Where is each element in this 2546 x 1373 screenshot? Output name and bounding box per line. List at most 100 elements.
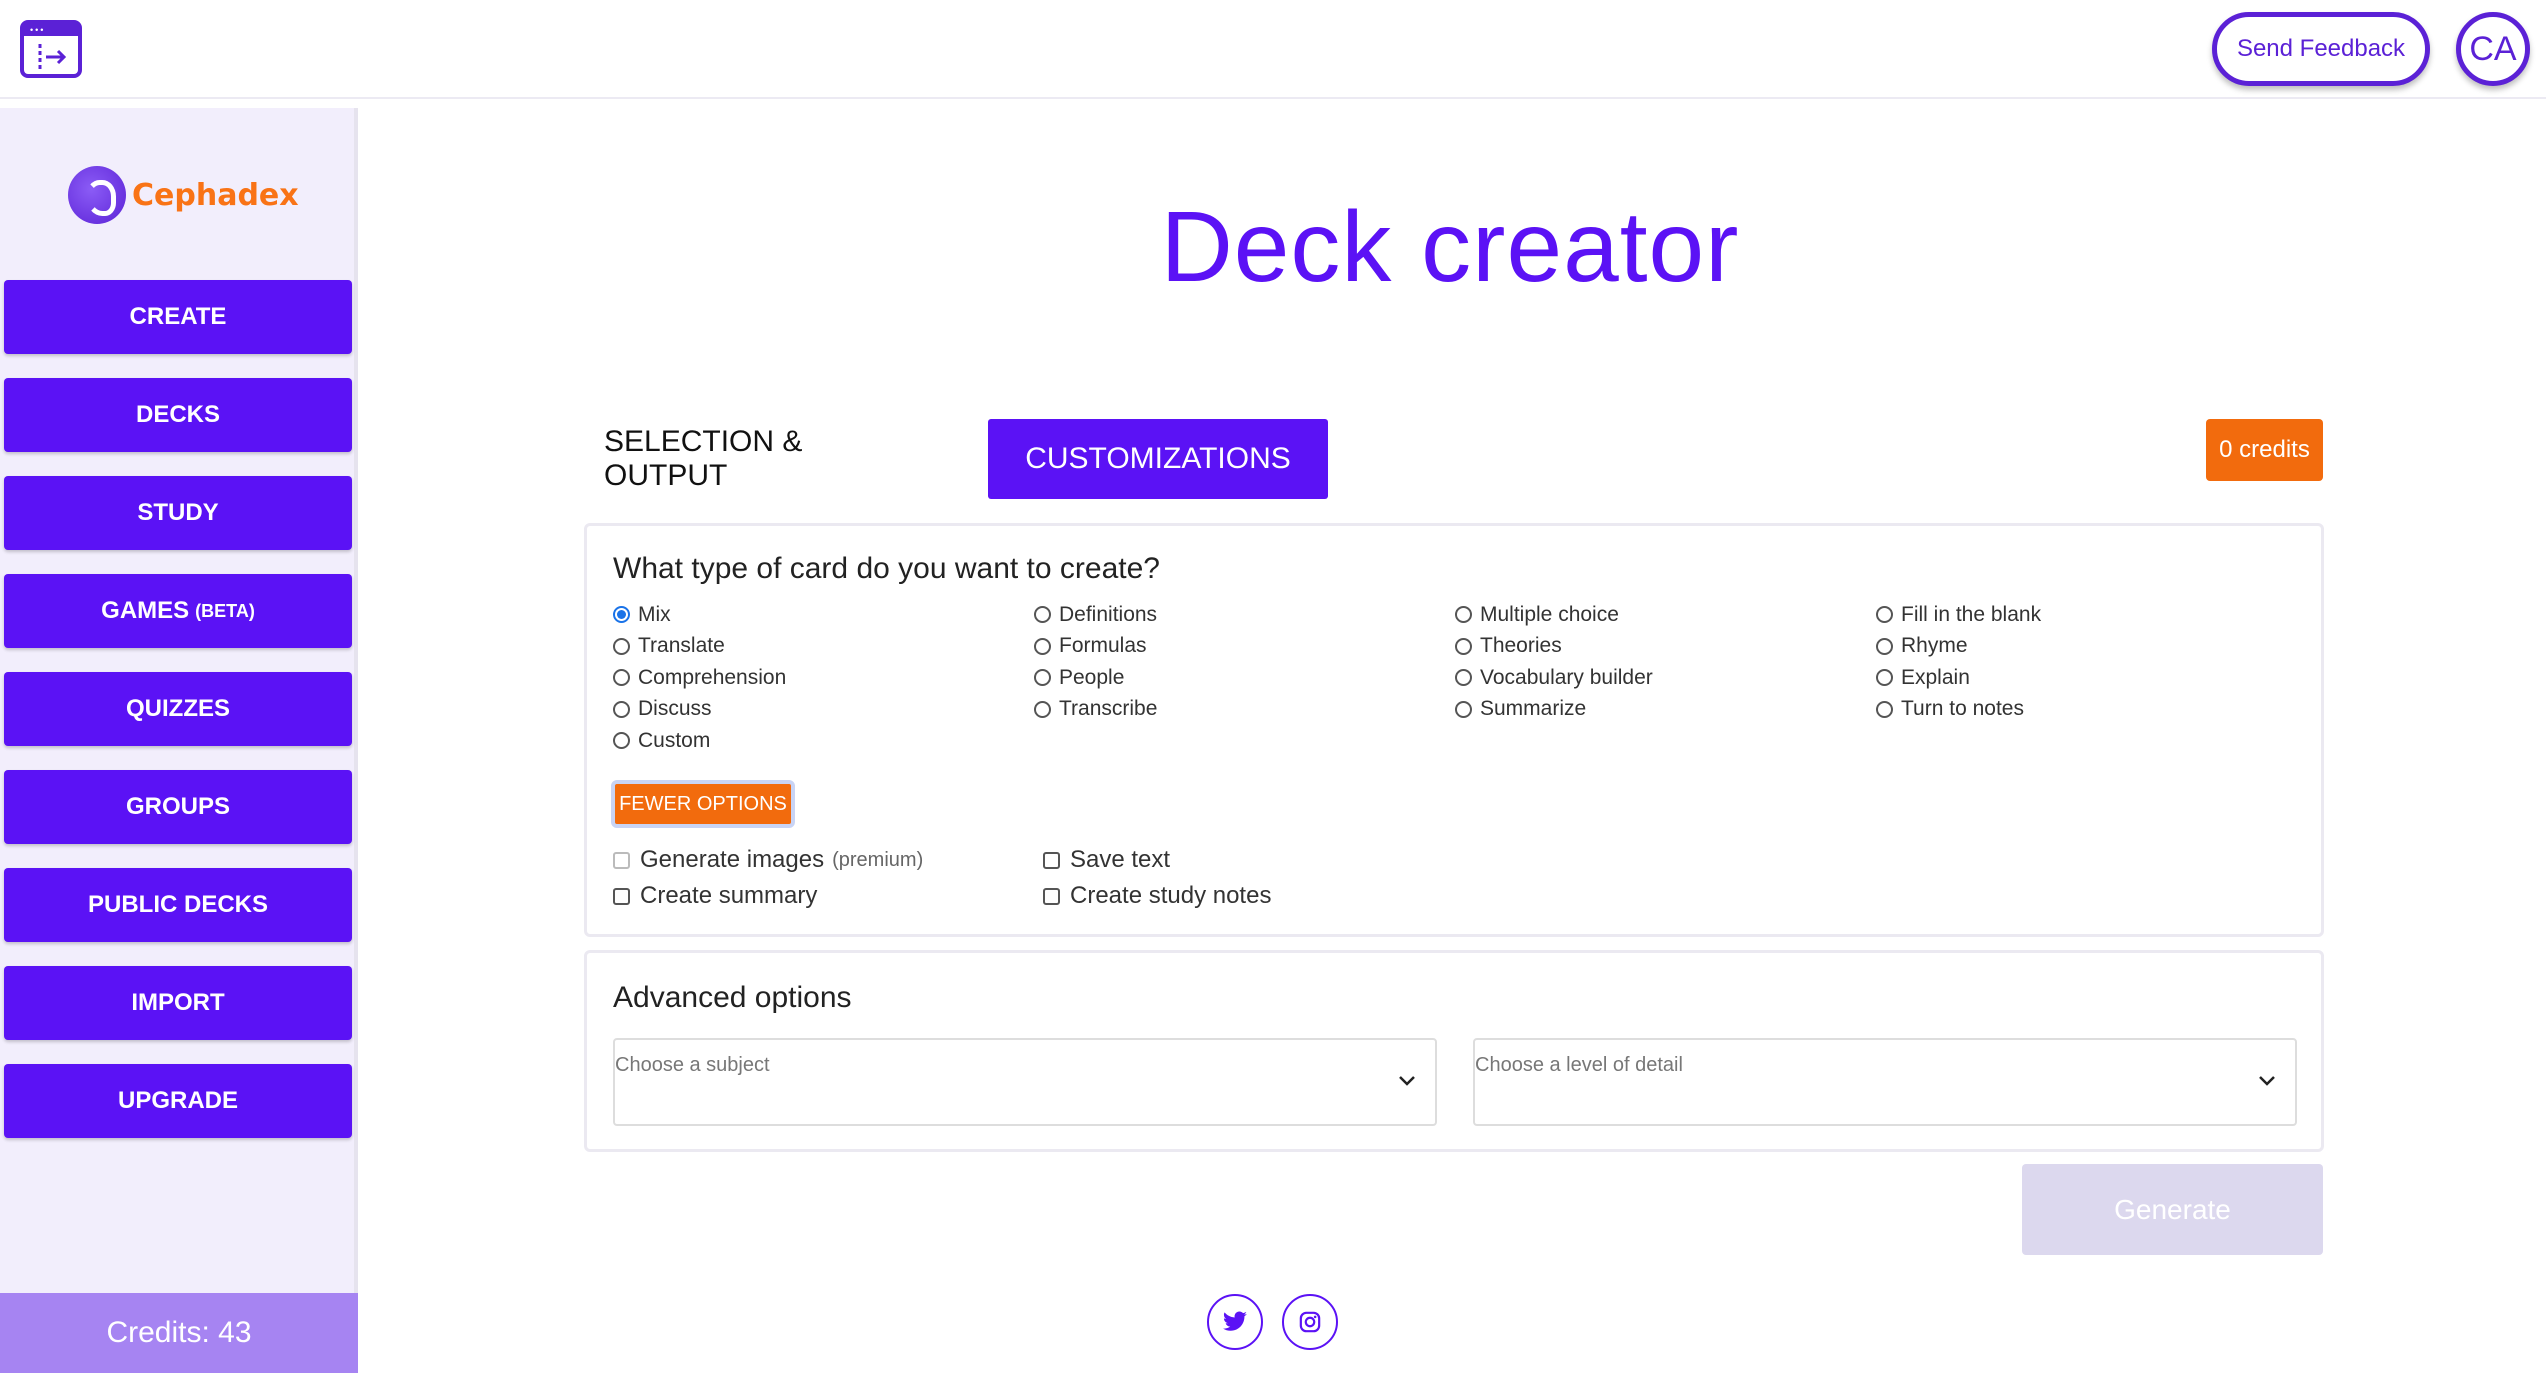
radio-label: Theories (1480, 634, 1562, 658)
sidebar-item-groups[interactable]: GROUPS (4, 770, 352, 844)
tab-selection-output[interactable]: SELECTION & OUTPUT (604, 419, 930, 499)
sidebar-item-decks[interactable]: DECKS (4, 378, 352, 452)
card-type-heading: What type of card do you want to create? (613, 552, 1160, 585)
radio-icon (613, 732, 630, 750)
twitter-icon[interactable] (1207, 1294, 1263, 1350)
radio-people[interactable]: People (1034, 665, 1455, 691)
checkbox-icon (613, 887, 630, 905)
detail-level-select[interactable]: Choose a level of detail (1473, 1038, 2297, 1126)
save-text-checkbox[interactable]: Save text (1043, 846, 1170, 874)
sidebar-item-label: IMPORT (131, 989, 225, 1016)
radio-theories[interactable]: Theories (1455, 634, 1876, 660)
radio-label: Rhyme (1901, 634, 1968, 658)
create-summary-checkbox[interactable]: Create summary (613, 882, 817, 910)
credits-cost-badge: 0 credits (2206, 419, 2323, 481)
radio-label: Explain (1901, 665, 1970, 689)
radio-label: Turn to notes (1901, 697, 2024, 721)
radio-label: Formulas (1059, 634, 1147, 658)
radio-mix[interactable]: Mix (613, 602, 1034, 628)
subject-placeholder: Choose a subject (615, 1054, 770, 1076)
radio-icon (1034, 637, 1051, 655)
sidebar-item-import[interactable]: IMPORT (4, 966, 352, 1040)
detail-placeholder: Choose a level of detail (1475, 1054, 1683, 1076)
sidebar-item-label: STUDY (137, 499, 219, 526)
radio-label: Custom (638, 728, 711, 752)
sidebar-item-quizzes[interactable]: QUIZZES (4, 672, 352, 746)
fewer-options-button[interactable]: FEWER OPTIONS (611, 780, 795, 828)
sidebar: Cephadex CREATE DECKS STUDY GAMES (BETA) … (0, 108, 358, 1373)
tab-customizations[interactable]: CUSTOMIZATIONS (988, 419, 1328, 499)
send-feedback-button[interactable]: Send Feedback (2212, 12, 2430, 86)
arrow-right-icon (38, 44, 67, 70)
sidebar-item-games[interactable]: GAMES (BETA) (4, 574, 352, 648)
generate-images-checkbox[interactable]: Generate images (premium) (613, 846, 923, 874)
radio-rhyme[interactable]: Rhyme (1876, 634, 2297, 660)
cephadex-logo-icon (68, 166, 126, 224)
radio-selected-icon (613, 606, 630, 624)
sidebar-item-label: QUIZZES (125, 695, 230, 722)
sidebar-item-public-decks[interactable]: PUBLIC DECKS (4, 868, 352, 942)
radio-comprehension[interactable]: Comprehension (613, 665, 1034, 691)
sidebar-item-upgrade[interactable]: UPGRADE (4, 1064, 352, 1138)
chevron-down-icon (1399, 1076, 1415, 1086)
radio-translate[interactable]: Translate (613, 634, 1034, 660)
generate-button[interactable]: Generate (2022, 1164, 2323, 1255)
radio-icon (1034, 606, 1051, 624)
checkbox-label: Create study notes (1070, 882, 1272, 909)
avatar[interactable]: CA (2456, 12, 2530, 86)
radio-label: Mix (638, 602, 671, 626)
logo[interactable]: Cephadex (68, 166, 299, 224)
radio-definitions[interactable]: Definitions (1034, 602, 1455, 628)
twitter-bird-icon (1223, 1311, 1247, 1331)
premium-note: (premium) (832, 848, 924, 871)
sidebar-item-label: PUBLIC DECKS (87, 891, 268, 918)
radio-turn-to-notes[interactable]: Turn to notes (1876, 697, 2297, 723)
sidebar-nav: CREATE DECKS STUDY GAMES (BETA) QUIZZES G… (4, 280, 352, 1162)
radio-label: Definitions (1059, 602, 1158, 626)
radio-icon (613, 700, 630, 718)
radio-transcribe[interactable]: Transcribe (1034, 697, 1455, 723)
checkbox-label: Generate images (640, 846, 825, 873)
radio-label: Comprehension (638, 665, 787, 689)
radio-summarize[interactable]: Summarize (1455, 697, 1876, 723)
sidebar-item-create[interactable]: CREATE (4, 280, 352, 354)
radio-formulas[interactable]: Formulas (1034, 634, 1455, 660)
sidebar-item-label: GROUPS (125, 793, 230, 820)
radio-discuss[interactable]: Discuss (613, 697, 1034, 723)
radio-vocabulary-builder[interactable]: Vocabulary builder (1455, 665, 1876, 691)
radio-label: Fill in the blank (1901, 602, 2042, 626)
checkbox-icon (1043, 887, 1060, 905)
create-study-notes-checkbox[interactable]: Create study notes (1043, 882, 1271, 910)
sidebar-item-label: UPGRADE (117, 1087, 238, 1114)
sidebar-item-label: GAMES (101, 597, 190, 624)
sidebar-item-study[interactable]: STUDY (4, 476, 352, 550)
radio-icon (1455, 669, 1472, 687)
window-bar: ••• (24, 24, 78, 36)
radio-multiple-choice[interactable]: Multiple choice (1455, 602, 1876, 628)
radio-icon (1876, 669, 1893, 687)
radio-fill-in-the-blank[interactable]: Fill in the blank (1876, 602, 2297, 628)
radio-custom[interactable]: Custom (613, 728, 1034, 754)
instagram-glyph-icon (1299, 1311, 1321, 1333)
radio-icon (1876, 637, 1893, 655)
radio-label: Vocabulary builder (1480, 665, 1653, 689)
radio-label: Multiple choice (1480, 602, 1619, 626)
page-title: Deck creator (1160, 191, 1740, 303)
radio-icon (613, 669, 630, 687)
instagram-icon[interactable] (1282, 1294, 1338, 1350)
checkbox-label: Save text (1070, 846, 1171, 873)
radio-label: Transcribe (1059, 697, 1158, 721)
top-bar: ••• Send Feedback CA (0, 0, 2546, 99)
checkbox-label: Create summary (640, 882, 818, 909)
credits-balance: Credits: 43 (0, 1293, 358, 1373)
radio-icon (1876, 606, 1893, 624)
chevron-down-icon (2259, 1076, 2275, 1086)
radio-icon (1455, 606, 1472, 624)
radio-icon (1455, 700, 1472, 718)
sidebar-item-label: CREATE (129, 303, 227, 330)
radio-label: Discuss (638, 697, 712, 721)
subject-select[interactable]: Choose a subject (613, 1038, 1437, 1126)
radio-label: Summarize (1480, 697, 1587, 721)
radio-explain[interactable]: Explain (1876, 665, 2297, 691)
sidebar-toggle-icon[interactable]: ••• (20, 20, 82, 78)
